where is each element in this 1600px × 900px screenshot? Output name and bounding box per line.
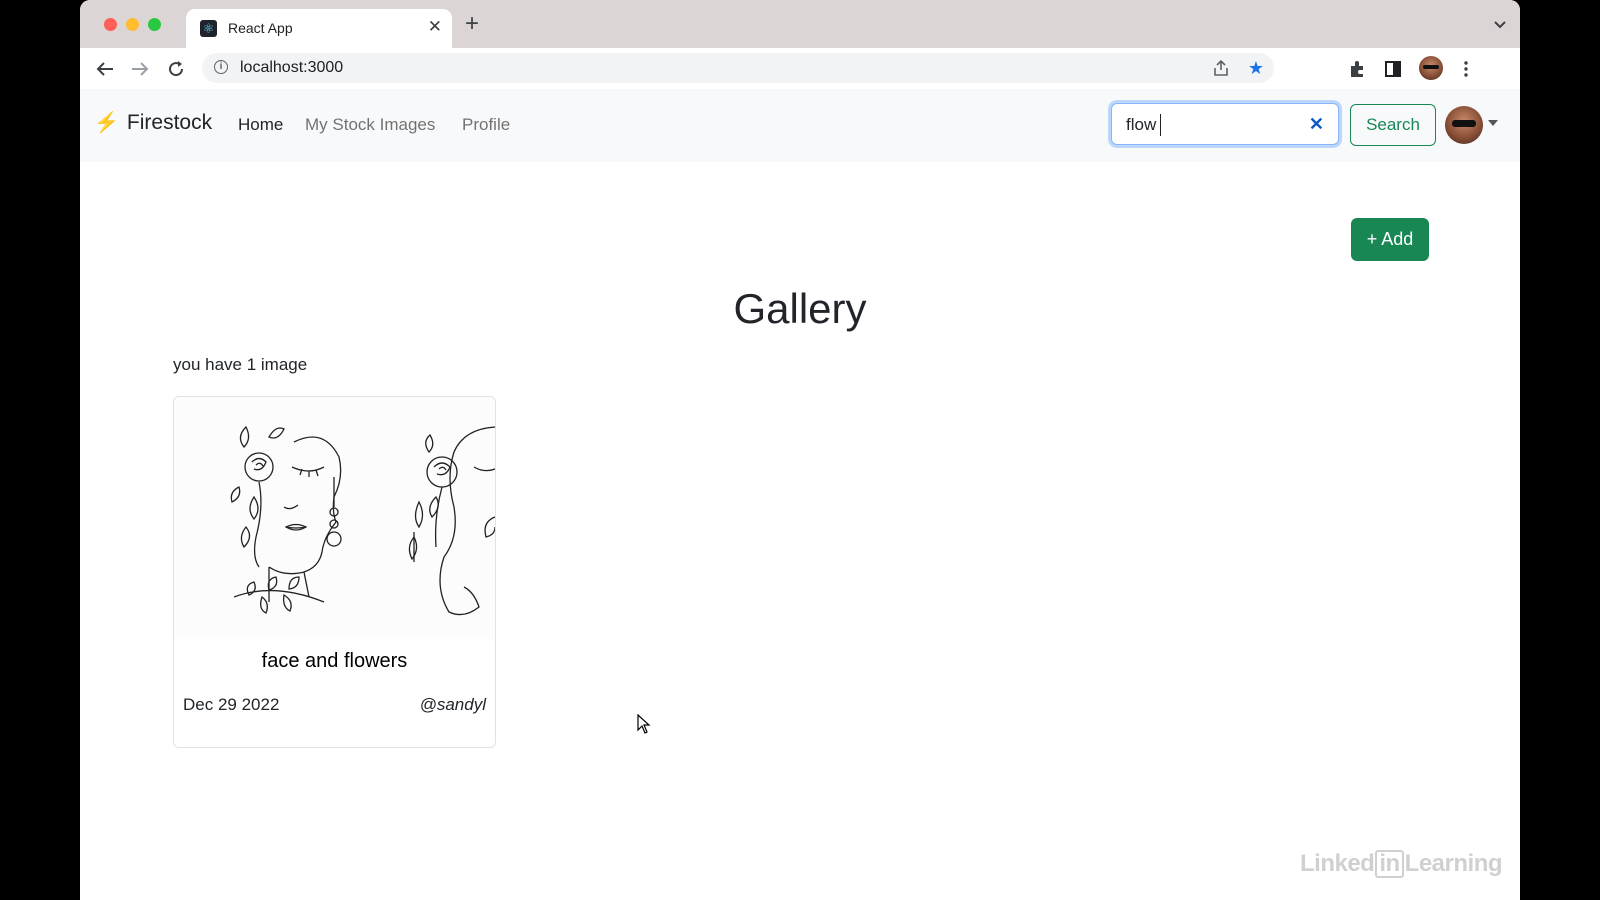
text-caret <box>1160 114 1161 136</box>
user-avatar[interactable] <box>1445 106 1483 144</box>
image-card[interactable]: face and flowers Dec 29 2022 @sandyl <box>173 396 496 748</box>
url-text[interactable]: localhost:3000 <box>240 59 343 77</box>
watermark-learning: Learning <box>1404 850 1503 877</box>
face-and-flowers-illustration <box>230 425 495 616</box>
app-navbar: ⚡ Firestock Home My Stock Images Profile… <box>80 89 1520 162</box>
brand-name: Firestock <box>126 111 213 134</box>
maximize-window-button[interactable] <box>148 18 161 31</box>
browser-toolbar: i localhost:3000 ★ <box>80 48 1520 90</box>
info-icon[interactable]: i <box>214 60 228 74</box>
card-date: Dec 29 2022 <box>183 695 280 714</box>
nav-link-home[interactable]: Home <box>238 115 283 135</box>
brand[interactable]: ⚡ Firestock <box>94 111 212 135</box>
back-arrow-icon[interactable] <box>94 58 116 80</box>
star-icon[interactable]: ★ <box>1248 58 1264 79</box>
linkedin-learning-watermark: Linked in Learning <box>1300 850 1503 878</box>
card-username[interactable]: @sandyl <box>420 695 486 715</box>
share-icon[interactable] <box>1214 59 1228 81</box>
tab-close-icon[interactable]: ✕ <box>428 17 442 37</box>
forward-arrow-icon[interactable] <box>129 58 151 80</box>
add-button[interactable]: + Add <box>1351 218 1429 261</box>
search-input-value: flow <box>1126 115 1157 134</box>
card-title[interactable]: face and flowers <box>174 650 495 673</box>
watermark-in: in <box>1375 850 1404 878</box>
extensions-icon[interactable] <box>1346 58 1368 80</box>
minimize-window-button[interactable] <box>126 18 139 31</box>
react-icon: ⚛ <box>200 20 217 37</box>
page-title: Gallery <box>733 285 867 332</box>
close-window-button[interactable] <box>104 18 117 31</box>
browser-window: ⚛ React App ✕ + i localhost:3000 ★ ⚡ Fir… <box>80 0 1520 900</box>
tab-title: React App <box>228 20 293 36</box>
profile-avatar[interactable] <box>1419 56 1443 80</box>
image-count-text: you have 1 image <box>173 355 308 374</box>
clear-search-icon[interactable]: ✕ <box>1309 114 1324 134</box>
avatar-dropdown-caret-icon[interactable] <box>1488 120 1498 126</box>
new-tab-button[interactable]: + <box>465 12 479 36</box>
nav-link-profile[interactable]: Profile <box>462 115 510 135</box>
address-bar[interactable]: i localhost:3000 ★ <box>202 53 1274 83</box>
tab-list-chevron-icon[interactable] <box>1494 16 1506 34</box>
side-panel-icon[interactable] <box>1382 58 1404 80</box>
page-content: ⚡ Firestock Home My Stock Images Profile… <box>80 89 1520 900</box>
mouse-cursor-icon <box>637 713 651 739</box>
search-input[interactable]: flow ✕ <box>1111 103 1339 145</box>
nav-link-my-stock-images[interactable]: My Stock Images <box>305 115 435 135</box>
watermark-linked: Linked <box>1300 850 1375 877</box>
search-button[interactable]: Search <box>1350 104 1436 146</box>
kebab-menu-icon[interactable] <box>1455 58 1477 80</box>
card-image[interactable] <box>174 397 495 639</box>
reload-icon[interactable] <box>165 58 187 80</box>
lightning-icon: ⚡ <box>94 112 119 134</box>
tab-strip: ⚛ React App ✕ + <box>80 0 1520 48</box>
browser-tab[interactable]: ⚛ React App ✕ <box>186 9 452 48</box>
